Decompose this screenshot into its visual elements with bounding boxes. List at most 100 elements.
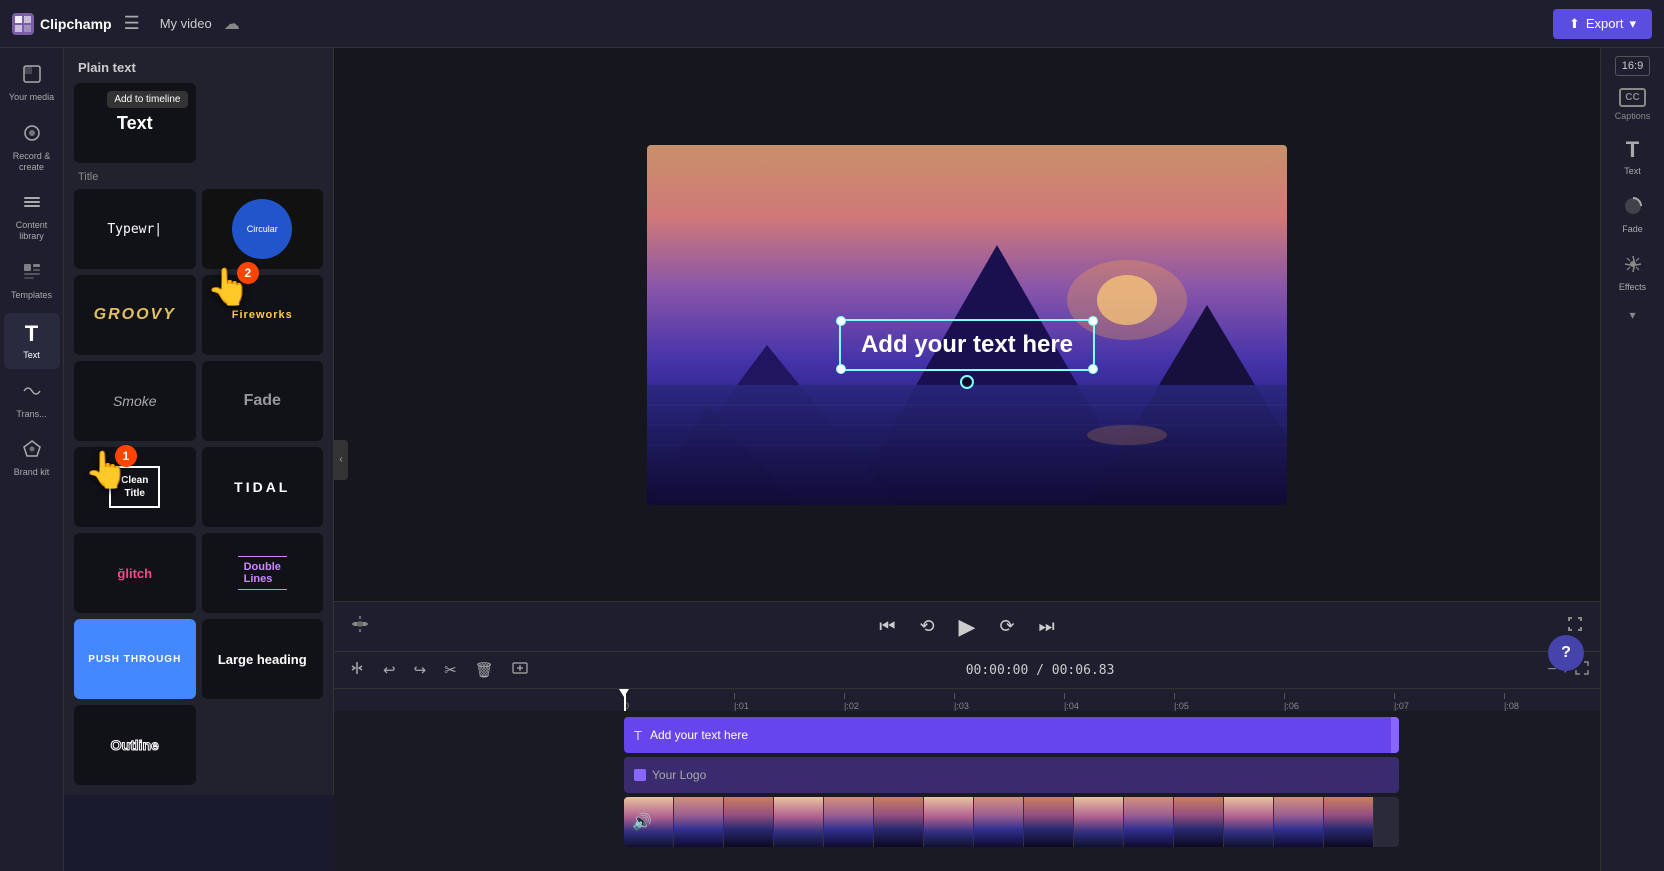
- track-content-video[interactable]: 🔊: [624, 797, 1600, 847]
- rotate-handle[interactable]: [960, 375, 974, 389]
- captions-label: Captions: [1615, 111, 1651, 121]
- template-card-clean-title[interactable]: CleanTitle: [74, 447, 196, 527]
- ruler-mark-2: |:02: [844, 693, 954, 711]
- text-track-bar[interactable]: T Add your text here: [624, 717, 1399, 753]
- template-card-outline[interactable]: Outline: [74, 705, 196, 785]
- hamburger-icon[interactable]: ☰: [124, 13, 140, 34]
- double-lines-label: DoubleLines: [238, 556, 287, 590]
- cloud-icon: ☁: [224, 14, 240, 34]
- tidal-label: TIDAL: [234, 479, 290, 495]
- template-card-double-lines[interactable]: DoubleLines: [202, 533, 324, 613]
- export-chevron-icon: ▾: [1629, 16, 1636, 32]
- template-card-glitch[interactable]: ğlitch: [74, 533, 196, 613]
- template-card-text[interactable]: Text Add to timeline: [74, 83, 196, 163]
- right-fade-button[interactable]: Fade: [1605, 188, 1661, 242]
- timeline-body: 0 |:01 |:02 |:03 |:04 |:05 |:06 |:07 |:0…: [334, 689, 1600, 871]
- skip-back-button[interactable]: ⏮: [875, 612, 899, 641]
- ruler-mark-7: |:07: [1394, 693, 1504, 711]
- template-card-circular[interactable]: Circular: [202, 189, 324, 269]
- template-card-large-heading[interactable]: Large heading: [202, 619, 324, 699]
- export-label: Export: [1586, 16, 1624, 31]
- thumb-8: [1024, 797, 1074, 847]
- handle-top-left[interactable]: [836, 316, 846, 326]
- logo-track-bar[interactable]: Your Logo: [624, 757, 1399, 793]
- smoke-label: Smoke: [113, 393, 157, 409]
- record-create-icon: [22, 123, 42, 148]
- text-panel-scroll[interactable]: Text Add to timeline Title Typewr| Circ: [64, 83, 333, 795]
- template-card-groovy[interactable]: GROOVY: [74, 275, 196, 355]
- undo-button[interactable]: ↩: [378, 657, 401, 683]
- rewind-button[interactable]: ⟲: [915, 612, 938, 641]
- brand-kit-icon: [22, 439, 42, 464]
- track-content-text[interactable]: T Add your text here: [624, 717, 1600, 753]
- template-card-push-through[interactable]: PUSH THROUGH: [74, 619, 196, 699]
- redo-button[interactable]: ↪: [409, 657, 432, 683]
- right-text-label: Text: [1624, 166, 1641, 176]
- add-media-button[interactable]: [507, 656, 533, 684]
- handle-bottom-left[interactable]: [836, 364, 846, 374]
- handle-top-right[interactable]: [1088, 316, 1098, 326]
- your-media-icon: [22, 64, 42, 89]
- right-effects-button[interactable]: Effects: [1605, 246, 1661, 300]
- sidebar-item-brand-kit[interactable]: Brand kit: [4, 431, 60, 486]
- handle-bottom-right[interactable]: [1088, 364, 1098, 374]
- template-card-tidal[interactable]: TIDAL: [202, 447, 324, 527]
- sidebar-label-transitions: Trans...: [16, 409, 46, 420]
- magic-compose-button[interactable]: [350, 614, 370, 639]
- app-logo[interactable]: Clipchamp: [12, 13, 112, 35]
- track-content-logo[interactable]: Your Logo: [624, 757, 1600, 793]
- template-card-typewriter[interactable]: Typewr|: [74, 189, 196, 269]
- split-button[interactable]: [344, 656, 370, 684]
- template-card-fade[interactable]: Fade: [202, 361, 324, 441]
- topbar-left: Clipchamp ☰ My video ☁: [12, 13, 1553, 35]
- template-card-fireworks[interactable]: Fireworks: [202, 275, 324, 355]
- aspect-ratio-button[interactable]: 16:9: [1615, 56, 1650, 76]
- right-text-button[interactable]: T Text: [1605, 129, 1661, 184]
- fireworks-label: Fireworks: [232, 309, 293, 321]
- thumb-11: [1174, 797, 1224, 847]
- text-overlay-container[interactable]: Add your text here: [839, 319, 1095, 371]
- thumb-2: [724, 797, 774, 847]
- logo-track-label: Your Logo: [652, 768, 706, 782]
- plain-text-grid: Text Add to timeline: [74, 83, 323, 163]
- sidebar-item-your-media[interactable]: Your media: [4, 56, 60, 111]
- sidebar-item-text[interactable]: T Text: [4, 313, 60, 369]
- typewriter-label: Typewr|: [107, 222, 162, 237]
- sidebar-label-text: Text: [23, 350, 40, 361]
- play-button[interactable]: ▶: [955, 610, 980, 644]
- video-track-bar[interactable]: 🔊: [624, 797, 1399, 847]
- topbar-right: ⬆ Export ▾: [1553, 9, 1652, 39]
- ruler-mark-4: |:04: [1064, 693, 1174, 711]
- sidebar-label-content-library: Contentlibrary: [16, 220, 48, 242]
- text-overlay-box[interactable]: Add your text here: [839, 319, 1095, 371]
- sidebar-label-brand-kit: Brand kit: [14, 467, 50, 478]
- thumb-12: [1224, 797, 1274, 847]
- video-name-btn[interactable]: My video: [160, 16, 212, 31]
- thumb-9: [1074, 797, 1124, 847]
- sidebar-item-record-create[interactable]: Record &create: [4, 115, 60, 181]
- export-button[interactable]: ⬆ Export ▾: [1553, 9, 1652, 39]
- cut-button[interactable]: ✂: [439, 657, 462, 683]
- skip-forward-button[interactable]: ⏭: [1035, 612, 1059, 641]
- text-icon: T: [25, 321, 38, 347]
- sidebar-item-content-library[interactable]: Contentlibrary: [4, 184, 60, 250]
- sidebar-item-transitions[interactable]: Trans...: [4, 373, 60, 428]
- outline-label: Outline: [111, 737, 159, 753]
- template-card-smoke[interactable]: Smoke: [74, 361, 196, 441]
- video-canvas[interactable]: Add your text here: [647, 145, 1287, 505]
- text-overlay-content[interactable]: Add your text here: [861, 331, 1073, 359]
- delete-button[interactable]: 🗑: [470, 657, 499, 683]
- right-effects-label: Effects: [1619, 282, 1646, 292]
- panel-collapse-button[interactable]: ‹: [334, 440, 348, 480]
- track-row-video: 🔊: [334, 797, 1600, 847]
- help-button[interactable]: ?: [1548, 635, 1584, 671]
- playhead[interactable]: [624, 689, 626, 711]
- captions-cc-button[interactable]: CC: [1619, 88, 1645, 107]
- forward-button[interactable]: ⟳: [995, 612, 1018, 641]
- clean-title-label: CleanTitle: [109, 466, 160, 508]
- text-track-resize-handle[interactable]: [1391, 717, 1399, 753]
- timeline-area: ↩ ↪ ✂ 🗑 00:00:00 / 00:06.83 − +: [334, 651, 1600, 871]
- template-text-label: Text: [117, 113, 153, 134]
- panel-expand-button[interactable]: ▾: [1629, 308, 1635, 322]
- sidebar-item-templates[interactable]: Plain text Templates: [4, 254, 60, 309]
